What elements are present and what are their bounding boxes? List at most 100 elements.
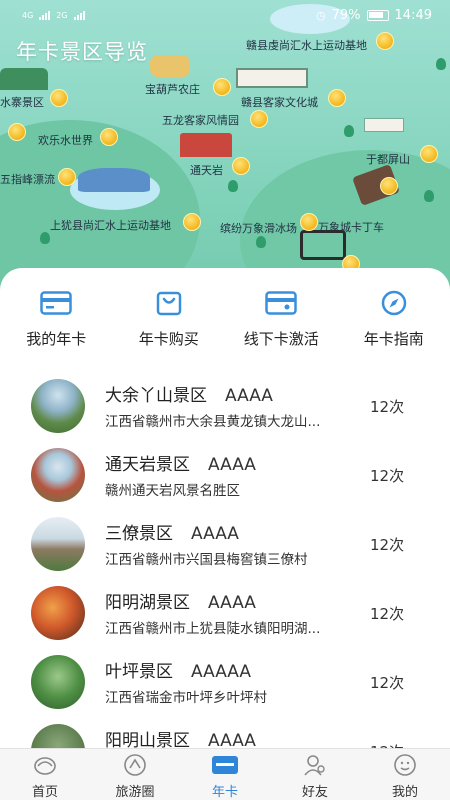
poi-label[interactable]: 五指峰漂流 [0, 171, 55, 187]
scenic-grade: AAAA [225, 386, 273, 406]
coin-icon[interactable] [232, 157, 250, 175]
card-activate-icon [264, 286, 298, 320]
scenic-thumbnail [31, 379, 85, 433]
shopping-bag-icon [152, 286, 186, 320]
scenic-address: 赣州通天岩风景名胜区 [105, 483, 240, 499]
battery-percent: 79% [331, 7, 361, 23]
coin-icon[interactable] [420, 145, 438, 163]
scenic-thumbnail [31, 517, 85, 571]
landmark-illustration [236, 68, 308, 88]
scenic-name: 通天岩景区 [105, 455, 190, 475]
quick-activate-card[interactable]: 线下卡激活 [225, 286, 338, 356]
landmark-illustration [0, 68, 48, 90]
tree-illustration [228, 180, 238, 192]
poi-label[interactable]: 于都屏山 [366, 151, 410, 167]
tab-profile[interactable]: 我的 [360, 749, 450, 800]
tab-label: 我的 [391, 785, 418, 800]
scenic-name: 叶坪景区 [105, 662, 173, 682]
annual-card-icon [212, 753, 238, 777]
coin-icon[interactable] [50, 89, 68, 107]
poi-label[interactable]: 万象城卡丁车 [318, 219, 384, 235]
travel-circle-icon [122, 753, 148, 777]
scenic-list-item[interactable]: 通天岩景区 AAAA 赣州通天岩风景名胜区 12次 [0, 442, 450, 511]
annual-card-panel: 我的年卡 年卡购买 线下卡激活 年卡指南 大余丫山景区 AAAA 江西省赣州市大余… [0, 268, 450, 778]
landmark-illustration [180, 133, 232, 157]
quick-my-card[interactable]: 我的年卡 [0, 286, 113, 356]
tree-illustration [424, 190, 434, 202]
tree-illustration [436, 58, 446, 70]
bottom-tab-bar: 首页 旅游圈 年卡 好友 我的 [0, 748, 450, 800]
scenic-name: 三僚景区 [105, 524, 173, 544]
scenic-grade: AAAAA [191, 662, 252, 682]
tree-illustration [40, 232, 50, 244]
alarm-icon: ◷ [316, 8, 326, 22]
visit-times: 12次 [370, 605, 405, 623]
scenic-name: 大余丫山景区 [105, 386, 207, 406]
scenic-thumbnail [31, 448, 85, 502]
coin-icon[interactable] [380, 177, 398, 195]
coin-icon[interactable] [300, 213, 318, 231]
visit-times: 12次 [370, 536, 405, 554]
coin-icon[interactable] [183, 213, 201, 231]
profile-icon [392, 753, 418, 777]
tab-annual-card[interactable]: 年卡 [180, 749, 270, 800]
scenic-map[interactable]: 4G 2G ◷ 79% 14:49 年卡景区导览 赣县虔尚汇水上运动基地 宝葫芦… [0, 0, 450, 300]
signal-label-1: 4G [22, 11, 34, 20]
poi-label[interactable]: 欢乐水世界 [38, 132, 93, 148]
tab-label: 好友 [301, 785, 328, 800]
card-icon [39, 286, 73, 320]
poi-label[interactable]: 上犹县尚汇水上运动基地 [50, 217, 171, 233]
map-title: 年卡景区导览 [16, 40, 148, 64]
battery-icon [366, 9, 389, 21]
poi-label[interactable]: 通天岩 [190, 162, 223, 178]
poi-label[interactable]: 五龙客家风情园 [162, 112, 239, 128]
scenic-list-item[interactable]: 阳明湖景区 AAAA 江西省赣州市上犹县陡水镇阳明湖... 12次 [0, 580, 450, 649]
tree-illustration [344, 125, 354, 137]
coin-icon[interactable] [376, 32, 394, 50]
tab-label: 旅游圈 [115, 785, 155, 800]
poi-label[interactable]: 赣县客家文化城 [241, 94, 318, 110]
landmark-illustration [364, 118, 404, 132]
landmark-illustration [150, 55, 190, 77]
status-bar: 4G 2G ◷ 79% 14:49 [0, 0, 450, 30]
tab-label: 首页 [31, 785, 58, 800]
signal-label-2: 2G [56, 11, 68, 20]
quick-label: 我的年卡 [26, 330, 87, 348]
scenic-address: 江西省赣州市大余县黄龙镇大龙山... [105, 414, 321, 430]
scenic-thumbnail [31, 655, 85, 709]
poi-label[interactable]: 水寨景区 [0, 94, 44, 110]
coin-icon[interactable] [328, 89, 346, 107]
landmark-illustration [78, 168, 150, 192]
compass-icon [377, 286, 411, 320]
visit-times: 12次 [370, 398, 405, 416]
clock: 14:49 [394, 7, 432, 23]
home-icon [32, 753, 58, 777]
coin-icon[interactable] [250, 110, 268, 128]
quick-card-guide[interactable]: 年卡指南 [338, 286, 450, 356]
tab-label: 年卡 [211, 785, 238, 800]
quick-buy-card[interactable]: 年卡购买 [113, 286, 226, 356]
poi-label[interactable]: 赣县虔尚汇水上运动基地 [246, 37, 367, 53]
tab-travel-circle[interactable]: 旅游圈 [90, 749, 180, 800]
tab-home[interactable]: 首页 [0, 749, 90, 800]
scenic-address: 江西省瑞金市叶坪乡叶坪村 [105, 690, 267, 706]
scenic-name: 阳明湖景区 [105, 593, 190, 613]
scenic-list: 大余丫山景区 AAAA 江西省赣州市大余县黄龙镇大龙山... 12次 通天岩景区 A… [0, 373, 450, 787]
scenic-list-item[interactable]: 叶坪景区 AAAAA 江西省瑞金市叶坪乡叶坪村 12次 [0, 649, 450, 718]
coin-icon[interactable] [8, 123, 26, 141]
quick-label: 年卡指南 [363, 330, 424, 348]
tree-illustration [256, 236, 266, 248]
coin-icon[interactable] [100, 128, 118, 146]
poi-label[interactable]: 缤纷万象滑冰场 [220, 220, 297, 236]
quick-actions: 我的年卡 年卡购买 线下卡激活 年卡指南 [0, 286, 450, 356]
scenic-list-item[interactable]: 三僚景区 AAAA 江西省赣州市兴国县梅窖镇三僚村 12次 [0, 511, 450, 580]
tab-friends[interactable]: 好友 [270, 749, 360, 800]
scenic-grade: AAAA [208, 593, 256, 613]
quick-label: 线下卡激活 [243, 330, 319, 348]
scenic-address: 江西省赣州市上犹县陡水镇阳明湖... [105, 621, 321, 637]
scenic-list-item[interactable]: 大余丫山景区 AAAA 江西省赣州市大余县黄龙镇大龙山... 12次 [0, 373, 450, 442]
coin-icon[interactable] [213, 78, 231, 96]
poi-label[interactable]: 宝葫芦农庄 [145, 81, 200, 97]
visit-times: 12次 [370, 674, 405, 692]
coin-icon[interactable] [58, 168, 76, 186]
